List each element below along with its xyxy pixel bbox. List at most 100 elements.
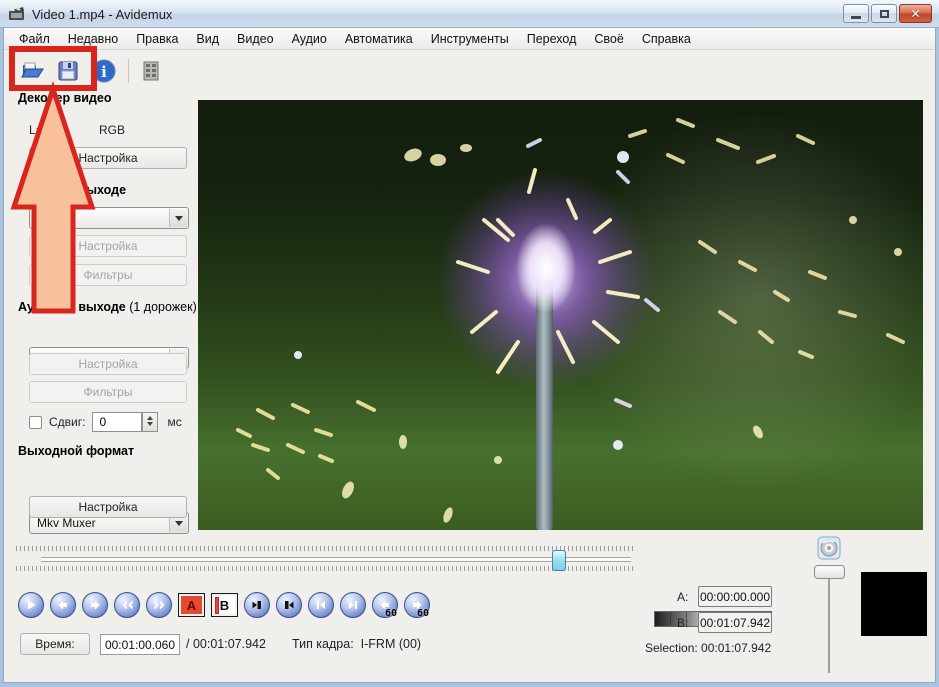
information-button[interactable]: i [90, 57, 118, 85]
title-bar: Video 1.mp4 - Avidemux ✕ [0, 0, 939, 28]
transport-controls: A B 60 60 [18, 592, 430, 618]
first-frame-button[interactable] [308, 592, 334, 618]
timeline-track[interactable] [41, 557, 631, 562]
menu-edit[interactable]: Правка [127, 29, 187, 49]
double-chevron-left-icon [121, 599, 134, 611]
video-properties-icon [139, 59, 163, 83]
open-file-button[interactable] [18, 57, 46, 85]
play-button[interactable] [18, 592, 44, 618]
menu-audio[interactable]: Аудио [283, 29, 336, 49]
mini-preview-box [861, 572, 927, 636]
video-properties-button[interactable] [137, 57, 165, 85]
menu-go[interactable]: Переход [518, 29, 586, 49]
spinner-arrows-icon[interactable] [142, 412, 158, 432]
decoder-configure-button[interactable]: Настройка [29, 147, 187, 169]
skip-to-end-icon [347, 599, 359, 611]
back-60-seconds-button[interactable]: 60 [372, 592, 398, 618]
current-time-input[interactable] [100, 634, 180, 655]
decoder-option-lavc[interactable]: Lavc [29, 123, 54, 137]
save-file-button[interactable] [54, 57, 82, 85]
video-codec-value: Copy [37, 211, 65, 225]
marker-b-time-field[interactable] [698, 612, 772, 633]
audio-shift-row: Сдвиг: 0 мс [29, 412, 182, 432]
audio-shift-checkbox[interactable] [29, 416, 42, 429]
maximize-icon [880, 10, 889, 18]
next-black-frame-button[interactable] [276, 592, 302, 618]
open-file-icon [19, 58, 45, 84]
timeline-ticks-bottom [16, 566, 634, 571]
sixty-label: 60 [385, 608, 397, 619]
video-codec-dropdown[interactable]: Copy [29, 207, 189, 229]
audio-shift-value: 0 [99, 415, 106, 429]
next-frame-button[interactable] [82, 592, 108, 618]
main-toolbar: i [4, 50, 935, 92]
minimize-button[interactable] [843, 4, 869, 23]
chevron-down-icon [169, 209, 187, 227]
volume-slider-handle[interactable] [814, 565, 845, 579]
frame-type-value: I-FRM (00) [361, 637, 421, 651]
marker-a-label: A: [677, 590, 688, 604]
decoder-section-title: Декодер видео [18, 91, 111, 105]
menu-help[interactable]: Справка [633, 29, 700, 49]
muxer-configure-button[interactable]: Настройка [29, 496, 187, 518]
audio-output-section-title: Аудио на выходе (1 дорожек) [18, 300, 197, 314]
marker-b-label: B: [677, 616, 688, 630]
menu-recent[interactable]: Недавно [59, 29, 127, 49]
selection-duration-text: Selection: 00:01:07.942 [645, 641, 771, 655]
close-button[interactable]: ✕ [899, 4, 932, 23]
audio-shift-unit: мс [167, 415, 181, 429]
black-frame-right-icon [283, 599, 295, 611]
frame-type-label: Тип кадра: [292, 637, 354, 651]
volume-speaker-icon[interactable] [817, 536, 841, 560]
svg-text:i: i [101, 63, 107, 81]
arrow-right-icon [89, 599, 101, 611]
menu-custom[interactable]: Своё [585, 29, 632, 49]
window-title: Video 1.mp4 - Avidemux [32, 7, 172, 22]
set-marker-a-button[interactable]: A [178, 593, 205, 617]
audio-shift-spinner[interactable]: 0 [92, 412, 142, 432]
minimize-icon [851, 16, 861, 19]
forward-60-seconds-button[interactable]: 60 [404, 592, 430, 618]
video-configure-button: Настройка [29, 235, 187, 257]
set-marker-b-button[interactable]: B [211, 593, 238, 617]
audio-configure-button: Настройка [29, 353, 187, 375]
avidemux-app-icon [8, 5, 26, 23]
window-client-area: Файл Недавно Правка Вид Видео Аудио Авто… [3, 28, 936, 683]
timeline-slider-handle[interactable] [552, 550, 566, 571]
text-cursor-icon [215, 597, 219, 614]
marker-a-time-field[interactable] [698, 586, 772, 607]
menu-tools[interactable]: Инструменты [422, 29, 518, 49]
audio-filters-button: Фильтры [29, 381, 187, 403]
double-chevron-right-icon [153, 599, 166, 611]
time-button[interactable]: Время: [20, 633, 90, 655]
previous-frame-button[interactable] [50, 592, 76, 618]
sixty-label: 60 [417, 608, 429, 619]
information-icon: i [91, 58, 117, 84]
last-frame-button[interactable] [340, 592, 366, 618]
toolbar-separator [128, 59, 129, 83]
previous-keyframe-button[interactable] [114, 592, 140, 618]
maximize-button[interactable] [871, 4, 897, 23]
menu-bar: Файл Недавно Правка Вид Видео Аудио Авто… [4, 28, 935, 50]
decoder-option-rgb[interactable]: RGB [99, 123, 125, 137]
skip-to-start-icon [315, 599, 327, 611]
sparkler-image [198, 100, 923, 530]
menu-view[interactable]: Вид [187, 29, 228, 49]
audio-tracks-count: (1 дорожек) [129, 300, 197, 314]
frame-type-text: Тип кадра: I-FRM (00) [292, 637, 421, 651]
total-duration-text: / 00:01:07.942 [186, 637, 266, 651]
menu-file[interactable]: Файл [10, 29, 59, 49]
save-file-icon [55, 58, 81, 84]
muxer-value: Mkv Muxer [37, 516, 96, 530]
next-keyframe-button[interactable] [146, 592, 172, 618]
menu-video[interactable]: Видео [228, 29, 283, 49]
volume-slider-track[interactable] [828, 579, 830, 673]
total-duration-value: 00:01:07.942 [193, 637, 266, 651]
close-icon: ✕ [910, 7, 920, 21]
menu-auto[interactable]: Автоматика [336, 29, 422, 49]
video-filters-button: Фильтры [29, 264, 187, 286]
play-icon [25, 599, 37, 611]
previous-black-frame-button[interactable] [244, 592, 270, 618]
audio-shift-label: Сдвиг: [49, 415, 85, 429]
selection-duration-value: 00:01:07.942 [701, 641, 771, 655]
